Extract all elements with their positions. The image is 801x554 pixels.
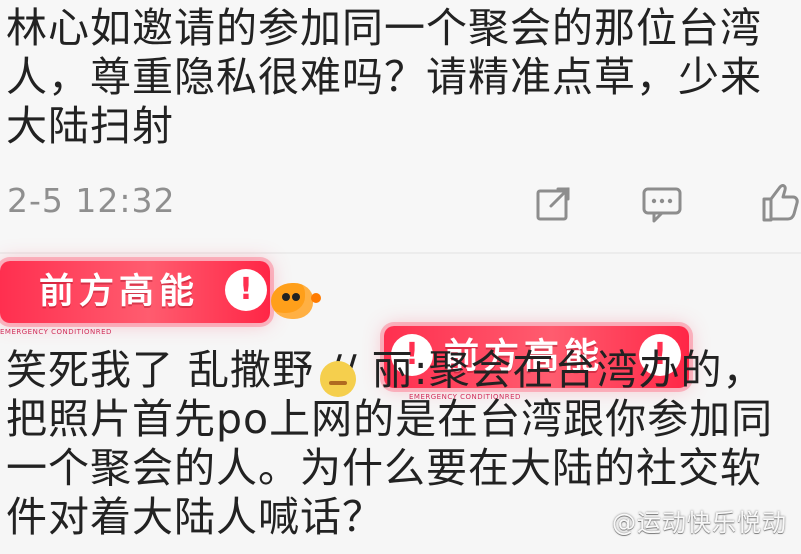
- pufferfish-icon: [271, 283, 321, 319]
- banner-title: 前方高能: [39, 272, 200, 312]
- comment-icon[interactable]: [640, 181, 684, 225]
- thumb-up-icon[interactable]: [756, 181, 800, 225]
- comment-item-2: 前方高能 ! EMERGENCY CONDITIONRED ! 前方高能 ! E…: [0, 254, 801, 554]
- banner-caption: EMERGENCY CONDITIONRED: [0, 328, 112, 336]
- watermark: @运动快乐悦动: [612, 509, 787, 537]
- comment-text: 林心如邀请的参加同一个聚会的那位台湾人，尊重隐私很难吗？请精准点草，少来大陆扫射: [6, 4, 762, 150]
- high-energy-banner-top: 前方高能 ! EMERGENCY CONDITIONRED: [0, 261, 270, 336]
- screenshot-page: 林心如邀请的参加同一个聚会的那位台湾人，尊重隐私很难吗？请精准点草，少来大陆扫射…: [0, 0, 801, 554]
- comment-meta-row: 2-5 12:32: [0, 175, 801, 230]
- comment-timestamp: 2-5 12:32: [7, 181, 176, 220]
- shy-face-emoji-icon: [320, 361, 356, 397]
- share-icon[interactable]: [532, 181, 576, 225]
- comment-item-1: 林心如邀请的参加同一个聚会的那位台湾人，尊重隐私很难吗？请精准点草，少来大陆扫射…: [0, 0, 801, 252]
- alert-icon: !: [225, 269, 267, 311]
